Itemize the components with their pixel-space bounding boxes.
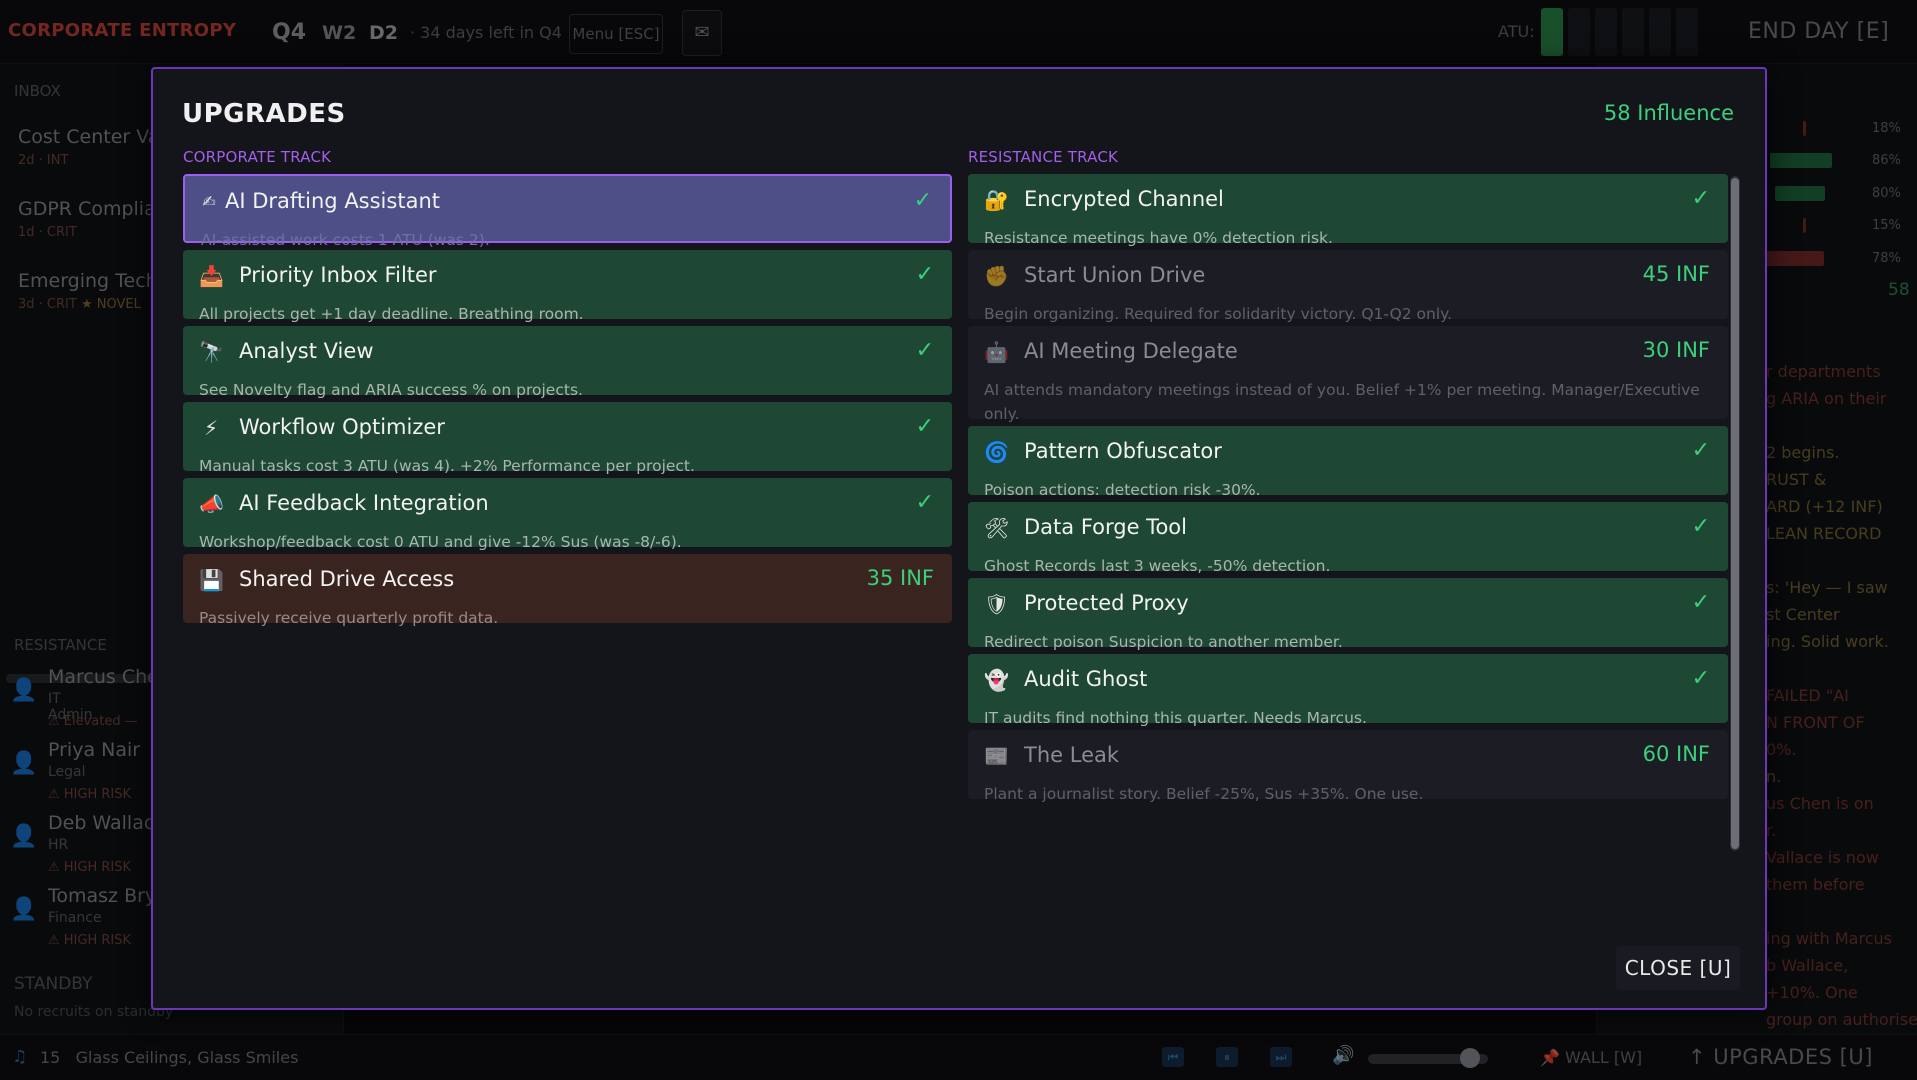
game-screen: { "topbar": { "brand": "CORPORATE ENTROP… [0, 0, 1917, 1080]
fist-icon: ✊ [984, 264, 1009, 288]
upgrade-name: AI Meeting Delegate [1024, 339, 1238, 363]
inbox-tray-icon: 📥 [199, 264, 224, 288]
upgrade-name: Workflow Optimizer [239, 415, 445, 439]
owned-checkmark-icon: ✓ [1691, 438, 1710, 463]
cyclone-icon: 🌀 [984, 440, 1009, 464]
close-button[interactable]: CLOSE [U] [1616, 946, 1740, 990]
upgrade-name: AI Drafting Assistant [225, 189, 440, 213]
upgrade-card-data-forge-tool[interactable]: 🛠 Data Forge Tool Ghost Records last 3 wee… [968, 502, 1728, 575]
upgrade-description: Resistance meetings have 0% detection ri… [984, 229, 1333, 247]
owned-checkmark-icon: ✓ [915, 262, 934, 287]
upgrade-card-ai-meeting-delegate[interactable]: 🤖 AI Meeting Delegate AI attends mandatory… [968, 326, 1728, 423]
upgrade-card-ai-feedback-integration[interactable]: 📣 AI Feedback Integration Workshop/feedbac… [183, 478, 952, 551]
upgrade-description: See Novelty flag and ARIA success % on p… [199, 381, 583, 399]
upgrade-name: Protected Proxy [1024, 591, 1189, 615]
upgrade-cost: 45 INF [1642, 262, 1710, 286]
resistance-scroll-thumb[interactable] [1731, 178, 1739, 849]
upgrade-card-start-union-drive[interactable]: ✊ Start Union Drive Begin organizing. Requ… [968, 250, 1728, 323]
owned-checkmark-icon: ✓ [913, 188, 932, 213]
upgrade-description: AI attends mandatory meetings instead of… [984, 381, 1700, 423]
upgrade-name: The Leak [1024, 743, 1120, 767]
upgrade-name: Start Union Drive [1024, 263, 1206, 287]
upgrade-description: AI-assisted work costs 1 ATU (was 2). [201, 231, 490, 249]
newspaper-icon: 📰 [984, 744, 1009, 768]
owned-checkmark-icon: ✓ [1691, 590, 1710, 615]
upgrades-modal: UPGRADES 58 Influence CORPORATE TRACK RE… [151, 67, 1767, 1010]
owned-checkmark-icon: ✓ [1691, 666, 1710, 691]
upgrade-description: Poison actions: detection risk -30%. [984, 481, 1261, 499]
influence-balance: 58 Influence [1603, 101, 1734, 125]
owned-checkmark-icon: ✓ [915, 338, 934, 363]
owned-checkmark-icon: ✓ [1691, 514, 1710, 539]
upgrade-name: Pattern Obfuscator [1024, 439, 1222, 463]
shield-icon: 🛡 [984, 592, 1010, 616]
pen-icon: ✍ [202, 192, 216, 211]
upgrade-card-workflow-optimizer[interactable]: ⚡ Workflow Optimizer Manual tasks cost 3 A… [183, 402, 952, 475]
upgrade-cost: 60 INF [1642, 742, 1710, 766]
upgrade-name: Analyst View [239, 339, 374, 363]
upgrade-card-the-leak[interactable]: 📰 The Leak Plant a journalist story. Belie… [968, 730, 1728, 803]
upgrade-card-analyst-view[interactable]: 🔭 Analyst View See Novelty flag and ARIA s… [183, 326, 952, 399]
upgrade-name: Audit Ghost [1024, 667, 1148, 691]
upgrade-description: IT audits find nothing this quarter. Nee… [984, 709, 1367, 727]
upgrade-description: Workshop/feedback cost 0 ATU and give -1… [199, 533, 682, 551]
corporate-track-label: CORPORATE TRACK [183, 148, 332, 166]
upgrade-description: Plant a journalist story. Belief -25%, S… [984, 785, 1424, 803]
upgrade-cost: 30 INF [1642, 338, 1710, 362]
upgrade-card-pattern-obfuscator[interactable]: 🌀 Pattern Obfuscator Poison actions: detec… [968, 426, 1728, 499]
tools-icon: 🛠 [984, 516, 1010, 540]
telescope-icon: 🔭 [199, 340, 224, 364]
upgrade-cost: 35 INF [866, 566, 934, 590]
megaphone-icon: 📣 [199, 492, 224, 516]
upgrade-name: AI Feedback Integration [239, 491, 489, 515]
upgrade-card-protected-proxy[interactable]: 🛡 Protected Proxy Redirect poison Suspicio… [968, 578, 1728, 651]
upgrade-name: Encrypted Channel [1024, 187, 1224, 211]
upgrade-card-shared-drive-access[interactable]: 💾 Shared Drive Access Passively receive qu… [183, 554, 952, 627]
upgrade-description: All projects get +1 day deadline. Breath… [199, 305, 584, 323]
upgrade-description: Redirect poison Suspicion to another mem… [984, 633, 1343, 651]
upgrade-name: Data Forge Tool [1024, 515, 1187, 539]
owned-checkmark-icon: ✓ [915, 490, 934, 515]
ghost-icon: 👻 [984, 668, 1009, 692]
upgrade-description: Ghost Records last 3 weeks, -50% detecti… [984, 557, 1331, 575]
lock-icon: 🔐 [984, 188, 1009, 212]
resistance-track-label: RESISTANCE TRACK [968, 148, 1119, 166]
upgrade-description: Passively receive quarterly profit data. [199, 609, 499, 627]
upgrade-card-ai-drafting-assistant[interactable]: ✍ AI Drafting Assistant AI-assisted work c… [183, 174, 952, 249]
upgrade-card-encrypted-channel[interactable]: 🔐 Encrypted Channel Resistance meetings ha… [968, 174, 1728, 247]
upgrade-description: Begin organizing. Required for solidarit… [984, 305, 1453, 323]
upgrade-description: Manual tasks cost 3 ATU (was 4). +2% Per… [199, 457, 695, 475]
modal-title: UPGRADES [182, 99, 346, 129]
floppy-disk-icon: 💾 [199, 568, 224, 592]
lightning-icon: ⚡ [203, 416, 219, 440]
upgrade-card-audit-ghost[interactable]: 👻 Audit Ghost IT audits find nothing this … [968, 654, 1728, 727]
upgrade-name: Shared Drive Access [239, 567, 455, 591]
upgrade-card-priority-inbox-filter[interactable]: 📥 Priority Inbox Filter All projects get +… [183, 250, 952, 323]
owned-checkmark-icon: ✓ [915, 414, 934, 439]
upgrade-name: Priority Inbox Filter [239, 263, 437, 287]
robot-icon: 🤖 [984, 340, 1009, 364]
owned-checkmark-icon: ✓ [1691, 186, 1710, 211]
